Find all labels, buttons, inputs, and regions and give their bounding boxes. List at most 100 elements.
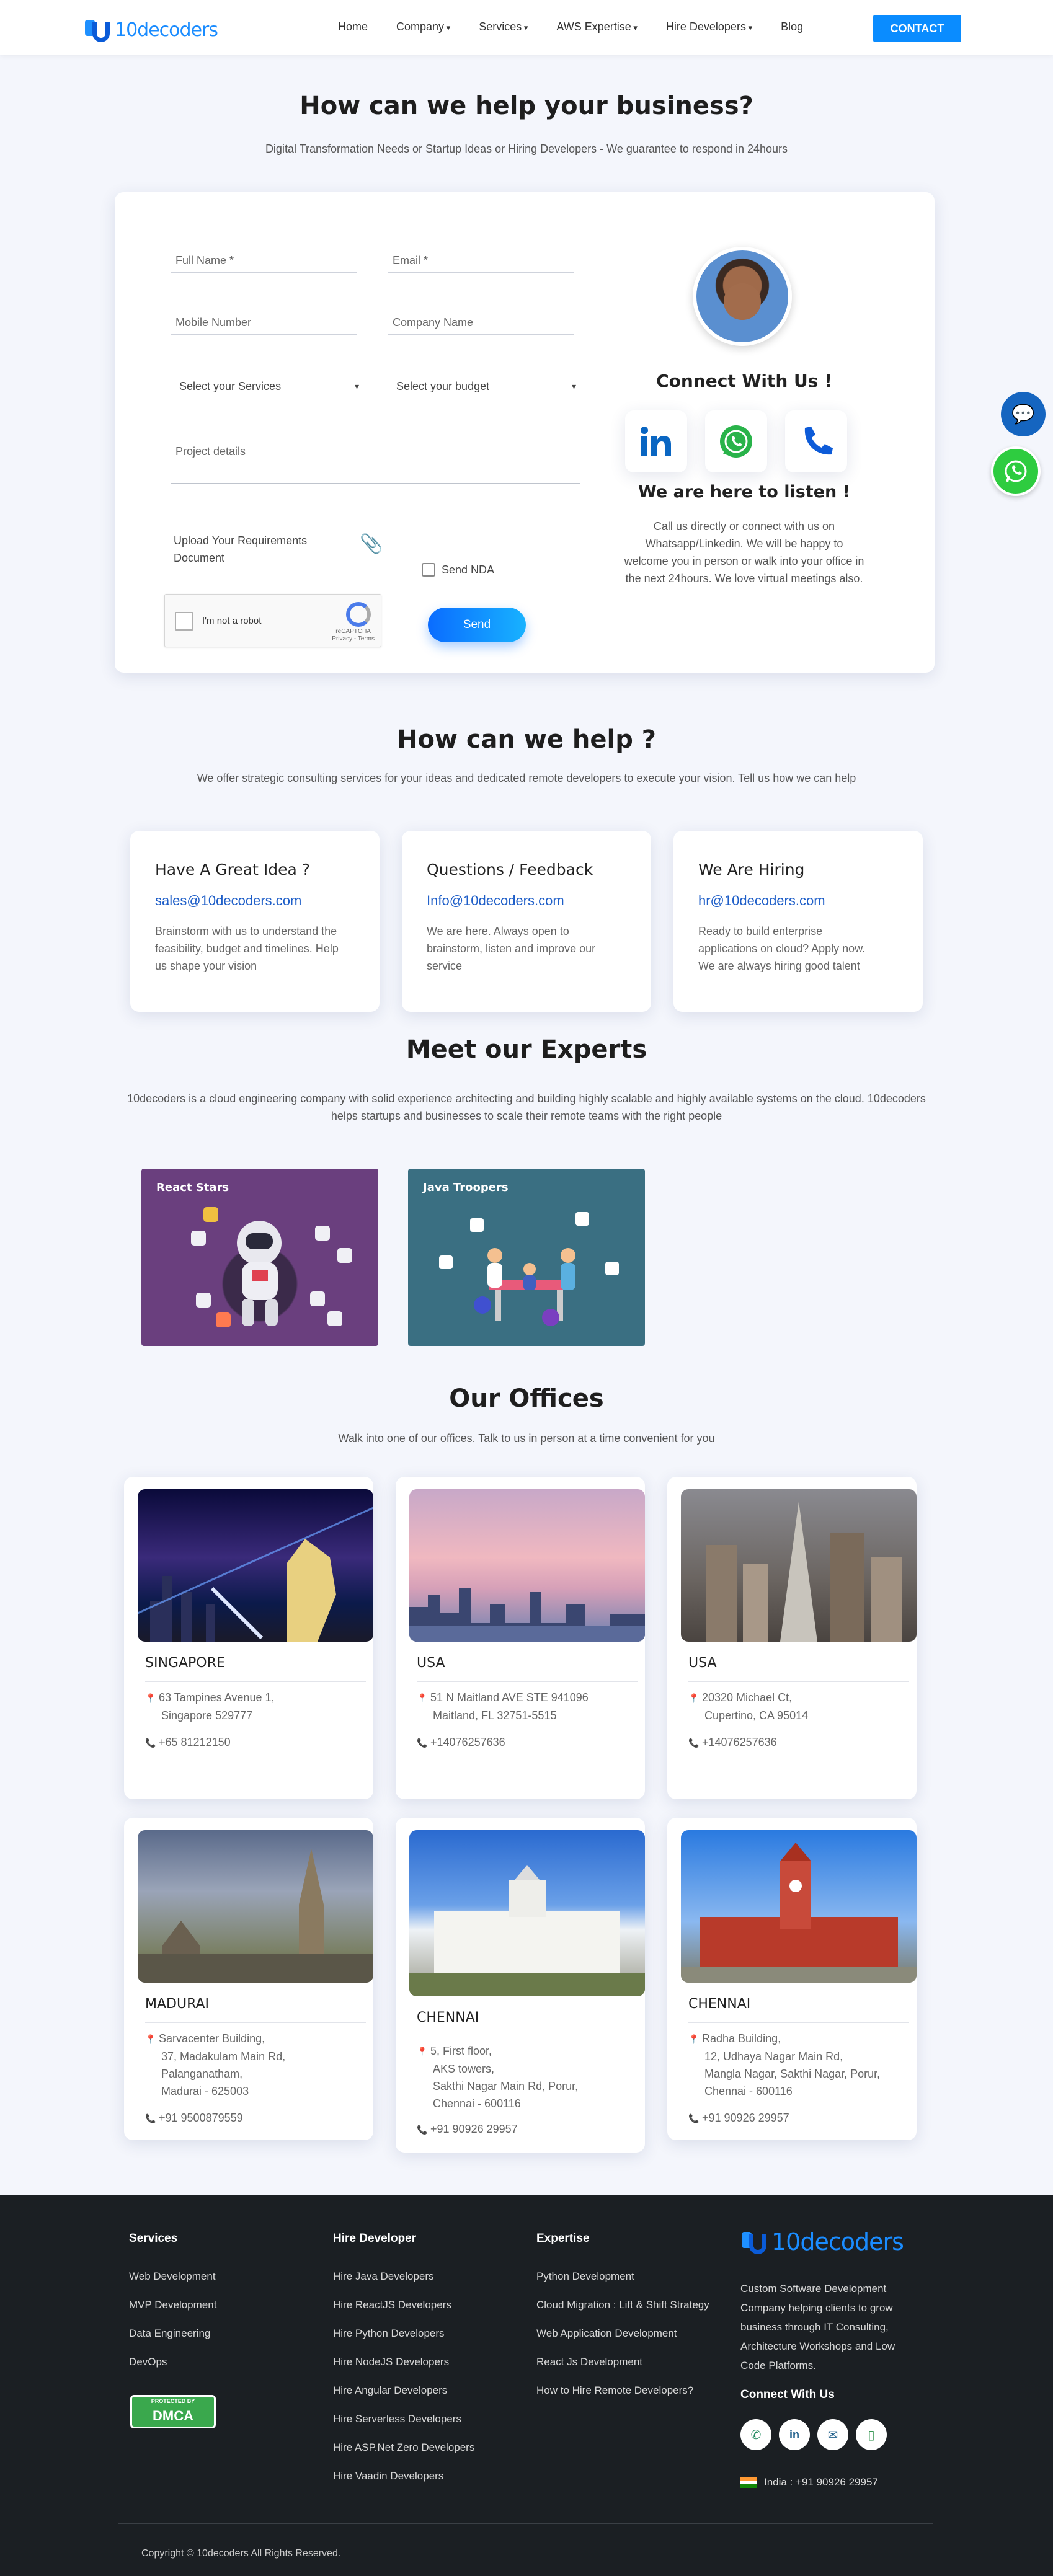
whatsapp-icon[interactable]: [705, 410, 767, 472]
phone-icon: 📞: [145, 2113, 156, 2123]
help-card-title: We Are Hiring: [698, 861, 805, 879]
office-phone[interactable]: 📞 +14076257636: [417, 1733, 634, 1751]
office-phone[interactable]: 📞 +65 81212150: [145, 1733, 362, 1751]
footer-link[interactable]: Web Development: [129, 2270, 216, 2283]
site-logo[interactable]: 10decoders: [84, 16, 218, 43]
footer-link[interactable]: React Js Development: [536, 2356, 642, 2368]
location-pin-icon: 📍: [145, 1693, 156, 1703]
footer-link[interactable]: Cloud Migration : Lift & Shift Strategy: [536, 2299, 709, 2311]
office-photo: [409, 1489, 645, 1642]
footer-phone[interactable]: India : +91 90926 29957: [740, 2476, 878, 2489]
office-card-usa-cupertino: USA 📍 20320 Michael Ct, Cupertino, CA 9501…: [667, 1477, 917, 1799]
react-stars-card[interactable]: React Stars: [141, 1169, 378, 1346]
full-name-field[interactable]: Full Name *: [171, 242, 357, 273]
location-pin-icon: 📍: [688, 2034, 700, 2044]
whatsapp-icon: [1005, 460, 1027, 482]
send-nda-label: Send NDA: [442, 563, 495, 576]
project-details-textarea[interactable]: Project details: [171, 433, 580, 484]
office-address-line: Radha Building,: [702, 2032, 781, 2045]
office-photo: [138, 1830, 373, 1983]
footer-link[interactable]: Hire ReactJS Developers: [333, 2299, 451, 2311]
mobile-icon[interactable]: ▯: [856, 2419, 887, 2450]
footer-link[interactable]: DevOps: [129, 2356, 167, 2368]
mail-icon[interactable]: ✉: [817, 2419, 848, 2450]
help-card-email[interactable]: hr@10decoders.com: [698, 893, 825, 909]
dmca-badge[interactable]: PROTECTED BY DMCA: [130, 2395, 216, 2428]
nav-services[interactable]: Services: [479, 20, 528, 33]
whatsapp-icon[interactable]: ✆: [740, 2419, 771, 2450]
footer-link[interactable]: MVP Development: [129, 2299, 216, 2311]
recaptcha-terms[interactable]: Privacy - Terms: [332, 635, 375, 642]
contact-button[interactable]: CONTACT: [873, 15, 961, 42]
phone-icon: 📞: [417, 1738, 428, 1748]
recaptcha-checkbox[interactable]: [175, 612, 193, 631]
office-address: 📍 20320 Michael Ct, Cupertino, CA 95014: [688, 1689, 905, 1724]
nav-aws-expertise[interactable]: AWS Expertise: [556, 20, 638, 33]
paperclip-icon[interactable]: 📎: [360, 533, 383, 555]
office-phone[interactable]: 📞 +14076257636: [688, 1733, 905, 1751]
send-button[interactable]: Send: [428, 608, 526, 642]
nav-company[interactable]: Company: [396, 20, 450, 33]
office-name: USA: [688, 1655, 717, 1671]
help-card-email[interactable]: sales@10decoders.com: [155, 893, 301, 909]
help-card-text: We are here. Always open to brainstorm, …: [427, 925, 596, 972]
company-field[interactable]: Company Name: [388, 304, 574, 335]
office-divider: [688, 1681, 909, 1682]
location-pin-icon: 📍: [417, 1693, 428, 1703]
footer-logo[interactable]: 10decoders: [740, 2228, 904, 2255]
office-name: CHENNAI: [417, 2010, 479, 2025]
nav-blog[interactable]: Blog: [781, 20, 803, 33]
phone-icon[interactable]: [785, 410, 847, 472]
phone-icon: 📞: [688, 2113, 700, 2123]
footer-link[interactable]: Hire Serverless Developers: [333, 2413, 461, 2425]
mobile-field[interactable]: Mobile Number: [171, 304, 357, 335]
chat-float-button[interactable]: 💬: [1001, 392, 1046, 436]
footer-link[interactable]: Data Engineering: [129, 2327, 210, 2340]
help-card-title: Have A Great Idea ?: [155, 861, 310, 879]
nav-home[interactable]: Home: [338, 20, 368, 33]
services-select[interactable]: Select your Services ▾: [171, 369, 363, 397]
office-address-line: Chennai - 600116: [433, 2097, 521, 2110]
office-phone[interactable]: 📞 +91 90926 29957: [688, 2109, 905, 2127]
india-flag-icon: [740, 2477, 757, 2488]
office-card-chennai-radha: CHENNAI 📍 Radha Building, 12, Udhaya Nagar…: [667, 1818, 917, 2140]
footer-link[interactable]: Hire Vaadin Developers: [333, 2470, 443, 2482]
linkedin-icon[interactable]: in: [779, 2419, 810, 2450]
office-address-line: 20320 Michael Ct,: [702, 1691, 793, 1704]
whatsapp-float-button[interactable]: [991, 446, 1041, 496]
help-card-text: Brainstorm with us to understand the fea…: [155, 925, 339, 972]
copyright-text: Copyright © 10decoders All Rights Reserv…: [141, 2548, 341, 2559]
footer-services-title: Services: [129, 2232, 178, 2245]
phone-icon: 📞: [417, 2125, 428, 2135]
footer-divider: [118, 2523, 933, 2524]
footer-link[interactable]: Python Development: [536, 2270, 634, 2283]
send-nda-checkbox[interactable]: Send NDA: [422, 563, 494, 577]
footer-link[interactable]: Hire ASP.Net Zero Developers: [333, 2441, 474, 2454]
footer-link[interactable]: Hire Java Developers: [333, 2270, 434, 2283]
nav-hire-developers[interactable]: Hire Developers: [666, 20, 752, 33]
chat-icon: 💬: [1011, 404, 1035, 425]
office-address-line: Maitland, FL 32751-5515: [433, 1709, 557, 1722]
linkedin-icon[interactable]: [625, 410, 687, 472]
office-address: 📍 63 Tampines Avenue 1, Singapore 529777: [145, 1689, 362, 1724]
logo-text: 10decoders: [115, 19, 218, 41]
footer-link[interactable]: How to Hire Remote Developers?: [536, 2384, 693, 2397]
office-address-line: Sarvacenter Building,: [159, 2032, 265, 2045]
phone-icon: 📞: [145, 1738, 156, 1748]
footer-link[interactable]: Hire Angular Developers: [333, 2384, 447, 2397]
office-phone-text: +14076257636: [430, 1736, 505, 1748]
office-photo: [681, 1830, 917, 1983]
java-troopers-card[interactable]: Java Troopers: [408, 1169, 645, 1346]
footer-link[interactable]: Web Application Development: [536, 2327, 677, 2340]
avatar: [693, 247, 792, 346]
dmca-text: DMCA: [153, 2408, 193, 2423]
budget-select[interactable]: Select your budget ▾: [388, 369, 580, 397]
footer-link[interactable]: Hire NodeJS Developers: [333, 2356, 449, 2368]
help-card-email[interactable]: Info@10decoders.com: [427, 893, 564, 909]
office-phone[interactable]: 📞 +91 9500879559: [145, 2109, 362, 2127]
office-card-usa-maitland: USA 📍 51 N Maitland AVE STE 941096 Maitlan…: [396, 1477, 645, 1799]
office-address: 📍 Radha Building, 12, Udhaya Nagar Main Rd…: [688, 2030, 905, 2100]
office-phone[interactable]: 📞 +91 90926 29957: [417, 2120, 634, 2138]
email-field[interactable]: Email *: [388, 242, 574, 273]
footer-link[interactable]: Hire Python Developers: [333, 2327, 445, 2340]
